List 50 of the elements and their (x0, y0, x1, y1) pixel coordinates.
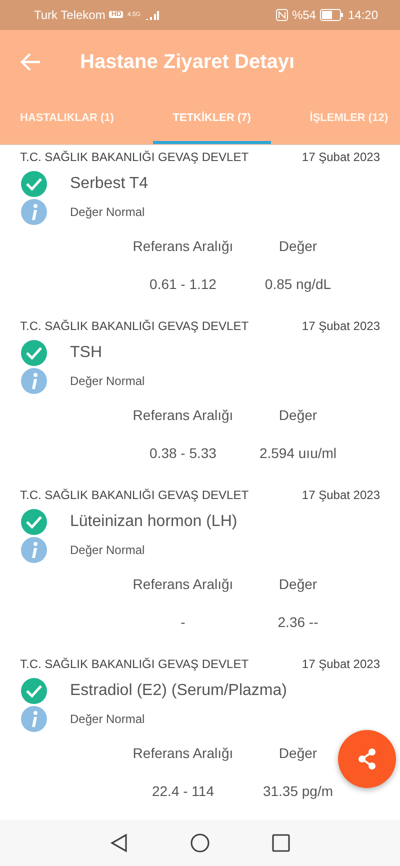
share-button[interactable] (338, 730, 396, 788)
column-label: Değer (278, 406, 318, 423)
test-name: TSH (70, 344, 102, 362)
institution-name: T.C. SAĞLIK BAKANLIĞI GEVAŞ DEVLET (20, 488, 249, 502)
institution-name: T.C. SAĞLIK BAKANLIĞI GEVAŞ DEVLET (20, 150, 249, 164)
back-nav-icon[interactable] (110, 833, 128, 854)
column-label: Değer (278, 576, 318, 592)
tab[interactable]: HASTALIKLAR (1) (20, 94, 134, 144)
test-value: 31.35 pg/m (262, 782, 334, 798)
test-name: Serbest T4 (70, 174, 148, 193)
institution-name: T.C. SAĞLIK BAKANLIĞI GEVAŞ DEVLET (20, 656, 249, 670)
test-value: 0.85 ng/dL (264, 276, 332, 292)
test-value: 2.36 -- (276, 614, 320, 630)
info-icon (20, 366, 48, 395)
column-label: Referans Aralığı (132, 744, 234, 760)
info-icon (20, 198, 48, 226)
reference-range: 0.38 - 5.33 (148, 444, 218, 461)
reference-range: - (180, 614, 186, 630)
test-date: 17 Şubat 2023 (302, 656, 380, 670)
status-text: Değer Normal (70, 204, 145, 219)
test-name: Lüteinizan hormon (LH) (70, 512, 238, 531)
column-label: Değer (278, 238, 318, 254)
column-label: Referans Aralığı (132, 406, 234, 423)
tab[interactable]: TETKİKLER (7) (152, 94, 271, 144)
column-label: Referans Aralığı (132, 238, 234, 254)
recents-nav-icon[interactable] (272, 834, 290, 852)
test-date: 17 Şubat 2023 (302, 318, 380, 333)
column-label: Değer (278, 744, 318, 760)
test-name: Estradiol (E2) (Serum/Plazma) (70, 682, 287, 700)
status-text: Değer Normal (70, 542, 145, 557)
test-date: 17 Şubat 2023 (302, 150, 380, 164)
battery-icon (320, 8, 344, 21)
info-icon (20, 704, 48, 732)
tab[interactable]: İŞLEMLER (12) (290, 94, 388, 144)
signal-icon (144, 10, 158, 20)
test-value: 2.594 uıu/ml (258, 444, 338, 461)
battery-percent: %54 (292, 8, 316, 22)
status-text: Değer Normal (70, 712, 145, 726)
home-nav-icon[interactable] (190, 833, 210, 854)
nfc-icon (276, 8, 288, 21)
carrier-name: Turk Telekom (34, 8, 106, 22)
status-text: Değer Normal (70, 374, 145, 388)
info-icon (20, 536, 48, 564)
screen-title: Hastane Ziyaret Detayı (80, 50, 295, 74)
institution-name: T.C. SAĞLIK BAKANLIĞI GEVAŞ DEVLET (20, 318, 249, 333)
reference-range: 22.4 - 114 (150, 782, 215, 798)
reference-range: 0.61 - 1.12 (148, 276, 218, 292)
test-date: 17 Şubat 2023 (302, 488, 380, 502)
clock: 14:20 (348, 8, 378, 22)
column-label: Referans Aralığı (132, 576, 234, 592)
